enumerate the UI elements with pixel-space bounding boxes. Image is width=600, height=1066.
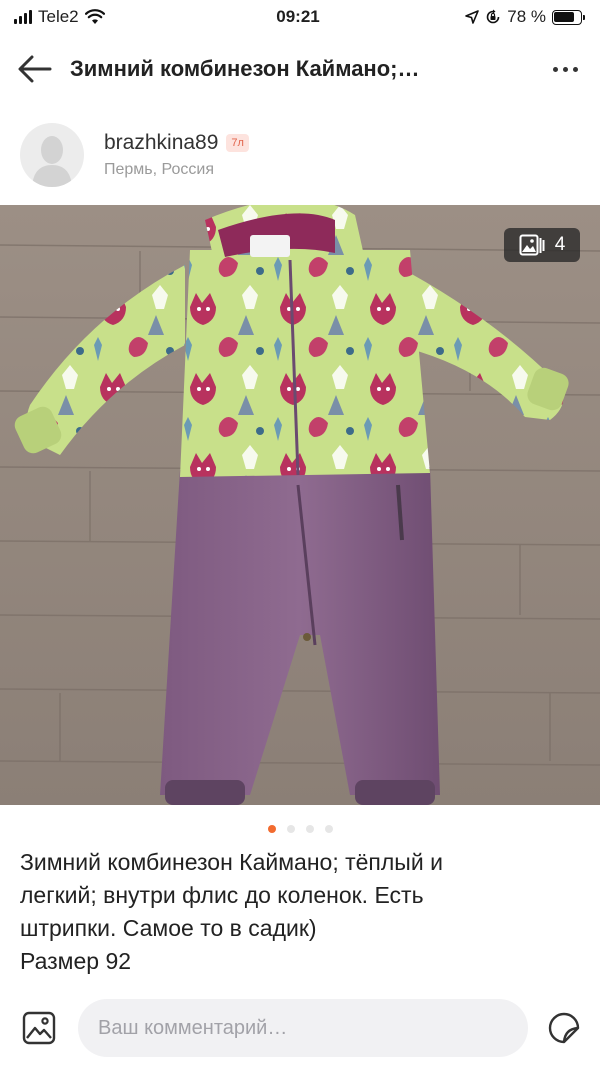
gallery-count-badge[interactable]: 4	[504, 228, 580, 262]
orientation-lock-icon	[486, 9, 500, 24]
clock: 09:21	[276, 7, 320, 26]
arrow-left-icon	[18, 55, 52, 83]
location-arrow-icon	[465, 10, 480, 24]
status-right: 78 %	[382, 7, 585, 27]
comment-bar	[0, 998, 600, 1058]
more-options-button[interactable]	[530, 40, 600, 98]
pager-dot[interactable]	[324, 825, 333, 833]
battery-icon	[551, 9, 585, 25]
author-info: brazhkina89 7л Пермь, Россия	[104, 131, 249, 179]
back-button[interactable]	[0, 40, 70, 98]
carrier-name: Tele2	[38, 7, 79, 26]
battery-percent: 78 %	[507, 7, 546, 26]
wifi-icon	[84, 9, 105, 24]
comment-input[interactable]	[78, 999, 528, 1057]
author-username[interactable]: brazhkina89	[104, 131, 218, 155]
more-horizontal-icon	[552, 66, 558, 72]
author-row: brazhkina89 7л	[104, 131, 249, 155]
image-attach-icon	[22, 1011, 56, 1045]
status-bar: Tele2 09:21 78 %	[0, 0, 600, 34]
status-left: Tele2	[14, 7, 214, 27]
default-avatar-icon	[32, 136, 72, 187]
pager-dot[interactable]	[267, 825, 276, 833]
user-level-badge: 7л	[226, 134, 249, 152]
nav-bar: Зимний комбинезон Каймано;…	[0, 40, 600, 98]
attach-photo-button[interactable]	[0, 998, 78, 1058]
page-title: Зимний комбинезон Каймано;…	[70, 56, 420, 81]
post-description: Зимний комбинезон Каймано; тёплый и легк…	[20, 849, 443, 974]
pager-dot[interactable]	[305, 825, 314, 833]
avatar[interactable]	[20, 123, 84, 187]
battery-level	[554, 12, 574, 22]
snowsuit-photo-illustration	[0, 205, 600, 805]
author-header[interactable]: brazhkina89 7л Пермь, Россия	[0, 120, 600, 190]
author-location: Пермь, Россия	[104, 161, 214, 178]
photo-pager	[0, 825, 600, 833]
sticker-icon	[548, 1012, 580, 1044]
post-photo[interactable]: 4	[0, 205, 600, 805]
sticker-button[interactable]	[528, 998, 600, 1058]
pager-dot[interactable]	[286, 825, 295, 833]
gallery-count: 4	[554, 234, 566, 255]
images-icon	[519, 234, 545, 256]
cellular-signal-icon	[14, 10, 32, 24]
